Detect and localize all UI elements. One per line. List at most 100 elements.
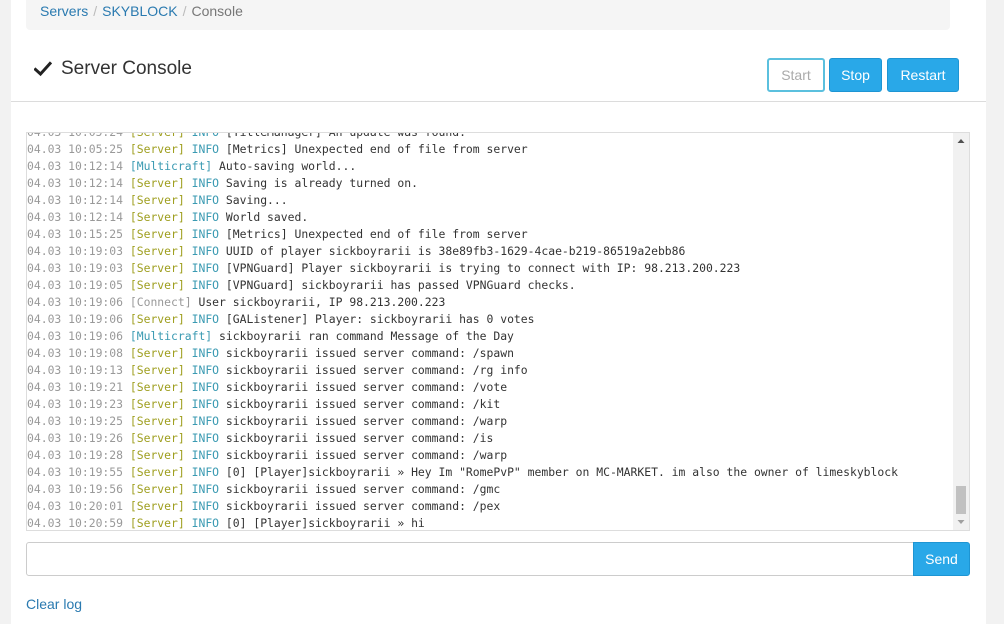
console-line-message: [VPNGuard] Player sickboyrarii is trying…	[225, 261, 741, 275]
console-line: 04.03 10:19:06 [Server] INFO [GAListener…	[27, 311, 953, 328]
console-line-source: [Server]	[129, 244, 185, 258]
console-line-source: [Server]	[129, 448, 185, 462]
console-line-level: INFO	[191, 380, 220, 394]
console-line-source: [Server]	[129, 414, 185, 428]
console-line-timestamp: 04.03 10:19:25	[27, 414, 124, 428]
scrollbar-thumb[interactable]	[956, 486, 966, 514]
console-line-level: INFO	[191, 363, 220, 377]
console-line-source: [Server]	[129, 210, 185, 224]
console-line-source: [Multicraft]	[129, 329, 213, 343]
console-line: 04.03 10:19:26 [Server] INFO sickboyrari…	[27, 430, 953, 447]
console-line-message: [VPNGuard] sickboyrarii has passed VPNGu…	[225, 278, 576, 292]
scroll-down-arrow-icon[interactable]	[953, 514, 969, 530]
console-line-level: INFO	[191, 431, 220, 445]
console-line-timestamp: 04.03 10:20:59	[27, 516, 124, 530]
console-line-level: INFO	[191, 227, 220, 241]
console-line-message: [TitleManager] An update was found.	[225, 132, 466, 139]
console-line-level: INFO	[191, 193, 220, 207]
breadcrumb-skyblock-link[interactable]: SKYBLOCK	[102, 3, 177, 19]
breadcrumb-separator: /	[93, 3, 98, 19]
console-line-level: INFO	[191, 482, 220, 496]
console-line-level: INFO	[191, 346, 220, 360]
console-line: 04.03 10:19:25 [Server] INFO sickboyrari…	[27, 413, 953, 430]
command-input[interactable]	[26, 542, 914, 576]
console-log-lines: 04.03 10:05:24 [Server] INFO [TitleManag…	[27, 132, 953, 530]
console-line-message: User sickboyrarii, IP 98.213.200.223	[198, 295, 446, 309]
console-line-level: INFO	[191, 499, 220, 513]
console-line-timestamp: 04.03 10:19:28	[27, 448, 124, 462]
console-line: 04.03 10:19:05 [Server] INFO [VPNGuard] …	[27, 277, 953, 294]
send-button[interactable]: Send	[913, 542, 970, 576]
console-line-timestamp: 04.03 10:12:14	[27, 159, 124, 173]
breadcrumb-servers-link[interactable]: Servers	[40, 3, 88, 19]
check-icon	[33, 57, 53, 81]
console-line-level: INFO	[191, 414, 220, 428]
restart-button[interactable]: Restart	[887, 58, 959, 92]
console-log[interactable]: 04.03 10:05:24 [Server] INFO [TitleManag…	[26, 132, 970, 531]
console-line: 04.03 10:19:21 [Server] INFO sickboyrari…	[27, 379, 953, 396]
console-line-source: [Server]	[129, 482, 185, 496]
console-line: 04.03 10:05:24 [Server] INFO [TitleManag…	[27, 132, 953, 141]
page-title-text: Server Console	[61, 58, 192, 79]
console-line-timestamp: 04.03 10:12:14	[27, 176, 124, 190]
console-line-timestamp: 04.03 10:19:21	[27, 380, 124, 394]
console-line-timestamp: 04.03 10:20:01	[27, 499, 124, 513]
console-line-timestamp: 04.03 10:19:06	[27, 295, 124, 309]
console-line-source: [Server]	[129, 142, 185, 156]
console-line-timestamp: 04.03 10:12:14	[27, 193, 124, 207]
console-line-message: Saving...	[225, 193, 288, 207]
console-line-timestamp: 04.03 10:05:24	[27, 132, 124, 139]
console-line-source: [Server]	[129, 278, 185, 292]
console-line-source: [Server]	[129, 465, 185, 479]
console-line-timestamp: 04.03 10:19:08	[27, 346, 124, 360]
console-line-level: INFO	[191, 142, 220, 156]
console-line-level: INFO	[191, 397, 220, 411]
console-line-level: INFO	[191, 210, 220, 224]
stop-button[interactable]: Stop	[829, 58, 882, 92]
console-line: 04.03 10:19:06 [Connect] User sickboyrar…	[27, 294, 953, 311]
console-line-source: [Server]	[129, 261, 185, 275]
console-line-source: [Server]	[129, 499, 185, 513]
console-line-source: [Server]	[129, 193, 185, 207]
console-line: 04.03 10:20:59 [Server] INFO [0] [Player…	[27, 515, 953, 530]
console-line-source: [Server]	[129, 397, 185, 411]
console-line-message: sickboyrarii issued server command: /vot…	[225, 380, 508, 394]
console-line-source: [Server]	[129, 380, 185, 394]
console-line-timestamp: 04.03 10:19:56	[27, 482, 124, 496]
console-line: 04.03 10:05:25 [Server] INFO [Metrics] U…	[27, 141, 953, 158]
console-line-message: sickboyrarii ran command Message of the …	[219, 329, 514, 343]
console-line: 04.03 10:20:01 [Server] INFO sickboyrari…	[27, 498, 953, 515]
console-line: 04.03 10:19:03 [Server] INFO UUID of pla…	[27, 243, 953, 260]
console-line-source: [Server]	[129, 363, 185, 377]
console-line: 04.03 10:19:55 [Server] INFO [0] [Player…	[27, 464, 953, 481]
console-line-source: [Server]	[129, 431, 185, 445]
console-line-message: [Metrics] Unexpected end of file from se…	[225, 227, 528, 241]
console-line-level: INFO	[191, 516, 220, 530]
console-line-level: INFO	[191, 465, 220, 479]
console-line: 04.03 10:19:08 [Server] INFO sickboyrari…	[27, 345, 953, 362]
console-line-timestamp: 04.03 10:19:03	[27, 261, 124, 275]
console-line-source: [Server]	[129, 346, 185, 360]
console-line-timestamp: 04.03 10:19:06	[27, 312, 124, 326]
console-line-source: [Server]	[129, 516, 185, 530]
console-line-message: sickboyrarii issued server command: /pex	[225, 499, 501, 513]
clear-log-link[interactable]: Clear log	[26, 596, 82, 612]
console-line-level: INFO	[191, 312, 220, 326]
console-line-message: sickboyrarii issued server command: /rg …	[225, 363, 528, 377]
console-line-message: sickboyrarii issued server command: /war…	[225, 414, 508, 428]
console-line-message: [GAListener] Player: sickboyrarii has 0 …	[225, 312, 535, 326]
scroll-up-arrow-icon[interactable]	[953, 133, 969, 149]
console-line: 04.03 10:19:06 [Multicraft] sickboyrarii…	[27, 328, 953, 345]
console-line-message: UUID of player sickboyrarii is 38e89fb3-…	[225, 244, 686, 258]
console-line-level: INFO	[191, 448, 220, 462]
console-line: 04.03 10:12:14 [Server] INFO Saving...	[27, 192, 953, 209]
console-line-timestamp: 04.03 10:19:13	[27, 363, 124, 377]
console-line-source: [Server]	[129, 227, 185, 241]
console-line-message: Saving is already turned on.	[225, 176, 418, 190]
console-line-source: [Multicraft]	[129, 159, 213, 173]
console-line-source: [Connect]	[129, 295, 192, 309]
console-line-source: [Server]	[129, 312, 185, 326]
console-line-message: [0] [Player]sickboyrarii » hi	[225, 516, 425, 530]
console-scrollbar[interactable]	[953, 133, 969, 530]
start-button[interactable]: Start	[767, 58, 825, 92]
